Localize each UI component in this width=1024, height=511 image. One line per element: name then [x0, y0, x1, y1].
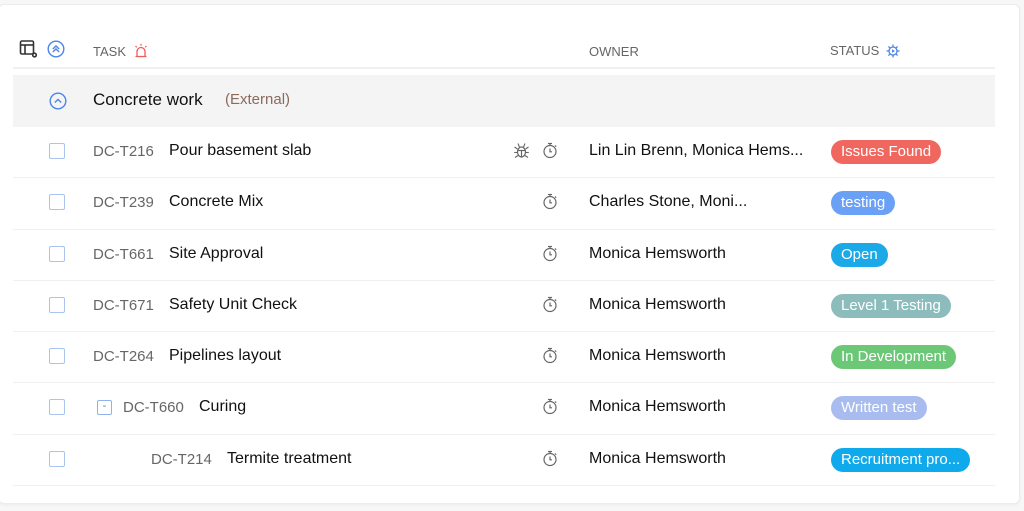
task-name[interactable]: Pour basement slab: [169, 142, 311, 160]
group-header: Concrete work (External): [13, 75, 995, 127]
row-checkbox[interactable]: [49, 399, 65, 416]
status-badge[interactable]: Written test: [831, 396, 927, 421]
owner-names[interactable]: Charles Stone, Moni...: [589, 193, 747, 211]
task-id[interactable]: DC-T239: [93, 194, 154, 211]
owner-names[interactable]: Monica Hemsworth: [589, 296, 726, 314]
expand-subtasks-icon[interactable]: -: [97, 400, 112, 416]
task-row[interactable]: DC-T264 Pipelines layout Monica Hemsworth I…: [13, 332, 995, 384]
column-header-task[interactable]: TASK: [93, 43, 149, 59]
status-badge[interactable]: Level 1 Testing: [831, 293, 951, 318]
timer-icon[interactable]: [542, 193, 558, 210]
status-badge[interactable]: Open: [831, 242, 888, 267]
bug-icon[interactable]: [513, 142, 530, 159]
row-checkbox[interactable]: [49, 194, 65, 211]
timer-icon[interactable]: [542, 296, 558, 313]
column-settings-icon[interactable]: [19, 39, 39, 59]
row-checkbox[interactable]: [49, 296, 65, 313]
timer-icon[interactable]: [542, 450, 558, 467]
column-header-status[interactable]: STATUS: [830, 43, 900, 58]
task-row[interactable]: DC-T214 Termite treatment Monica Hemsworth…: [13, 435, 995, 487]
task-header-label: TASK: [93, 43, 126, 59]
owner-names[interactable]: Monica Hemsworth: [589, 245, 726, 263]
row-checkbox[interactable]: [49, 348, 65, 365]
status-badge[interactable]: Issues Found: [831, 140, 942, 164]
task-name[interactable]: Pipelines layout: [169, 347, 281, 365]
task-id[interactable]: DC-T216: [93, 143, 154, 160]
owner-names[interactable]: Monica Hemsworth: [589, 347, 726, 365]
task-id[interactable]: DC-T264: [93, 348, 154, 365]
task-name[interactable]: Curing: [199, 398, 246, 416]
status-badge[interactable]: In Development: [831, 345, 957, 370]
task-id[interactable]: DC-T661: [93, 246, 154, 263]
timer-icon[interactable]: [542, 245, 558, 262]
timer-icon[interactable]: [542, 347, 558, 364]
row-checkbox[interactable]: [49, 450, 65, 467]
table-header: TASK OWNER STATUS: [13, 29, 995, 69]
owner-names[interactable]: Monica Hemsworth: [589, 398, 726, 416]
header-icons: [19, 39, 65, 59]
task-rows: DC-T216 Pour basement slab Lin Lin Brenn, …: [13, 127, 995, 487]
row-checkbox[interactable]: [49, 143, 65, 159]
status-badge[interactable]: testing: [831, 191, 896, 216]
collapse-group-icon[interactable]: [49, 92, 67, 110]
status-settings-icon[interactable]: [886, 44, 900, 58]
task-row[interactable]: DC-T216 Pour basement slab Lin Lin Brenn, …: [13, 127, 995, 179]
group-name: Concrete work: [93, 90, 203, 109]
column-header-owner[interactable]: OWNER: [589, 44, 639, 59]
row-checkbox[interactable]: [49, 245, 65, 262]
task-name[interactable]: Site Approval: [169, 245, 263, 263]
task-id[interactable]: DC-T660: [123, 399, 184, 416]
task-row[interactable]: - DC-T660 Curing Monica Hemsworth Written te…: [13, 383, 995, 435]
task-table: TASK OWNER STATUS Concrete work (Externa…: [13, 29, 995, 487]
group-tag: (External): [225, 91, 291, 108]
task-id[interactable]: DC-T214: [151, 451, 212, 468]
task-name[interactable]: Concrete Mix: [169, 193, 263, 211]
collapse-all-icon[interactable]: [47, 40, 65, 58]
task-id[interactable]: DC-T671: [93, 297, 154, 314]
status-badge[interactable]: Recruitment pro...: [831, 447, 971, 472]
alarm-icon[interactable]: [133, 43, 149, 59]
timer-icon[interactable]: [542, 398, 558, 415]
status-header-label: STATUS: [830, 43, 880, 58]
owner-names[interactable]: Monica Hemsworth: [589, 450, 726, 468]
owner-names[interactable]: Lin Lin Brenn, Monica Hems...: [589, 142, 803, 160]
task-name[interactable]: Safety Unit Check: [169, 296, 297, 314]
task-row[interactable]: DC-T671 Safety Unit Check Monica Hemsworth…: [13, 281, 995, 333]
task-name[interactable]: Termite treatment: [227, 450, 351, 468]
task-list-panel: TASK OWNER STATUS Concrete work (Externa…: [0, 4, 1020, 504]
task-row[interactable]: DC-T661 Site Approval Monica Hemsworth Open: [13, 230, 995, 281]
timer-icon[interactable]: [542, 142, 558, 159]
task-row[interactable]: DC-T239 Concrete Mix Charles Stone, Moni..…: [13, 178, 995, 230]
